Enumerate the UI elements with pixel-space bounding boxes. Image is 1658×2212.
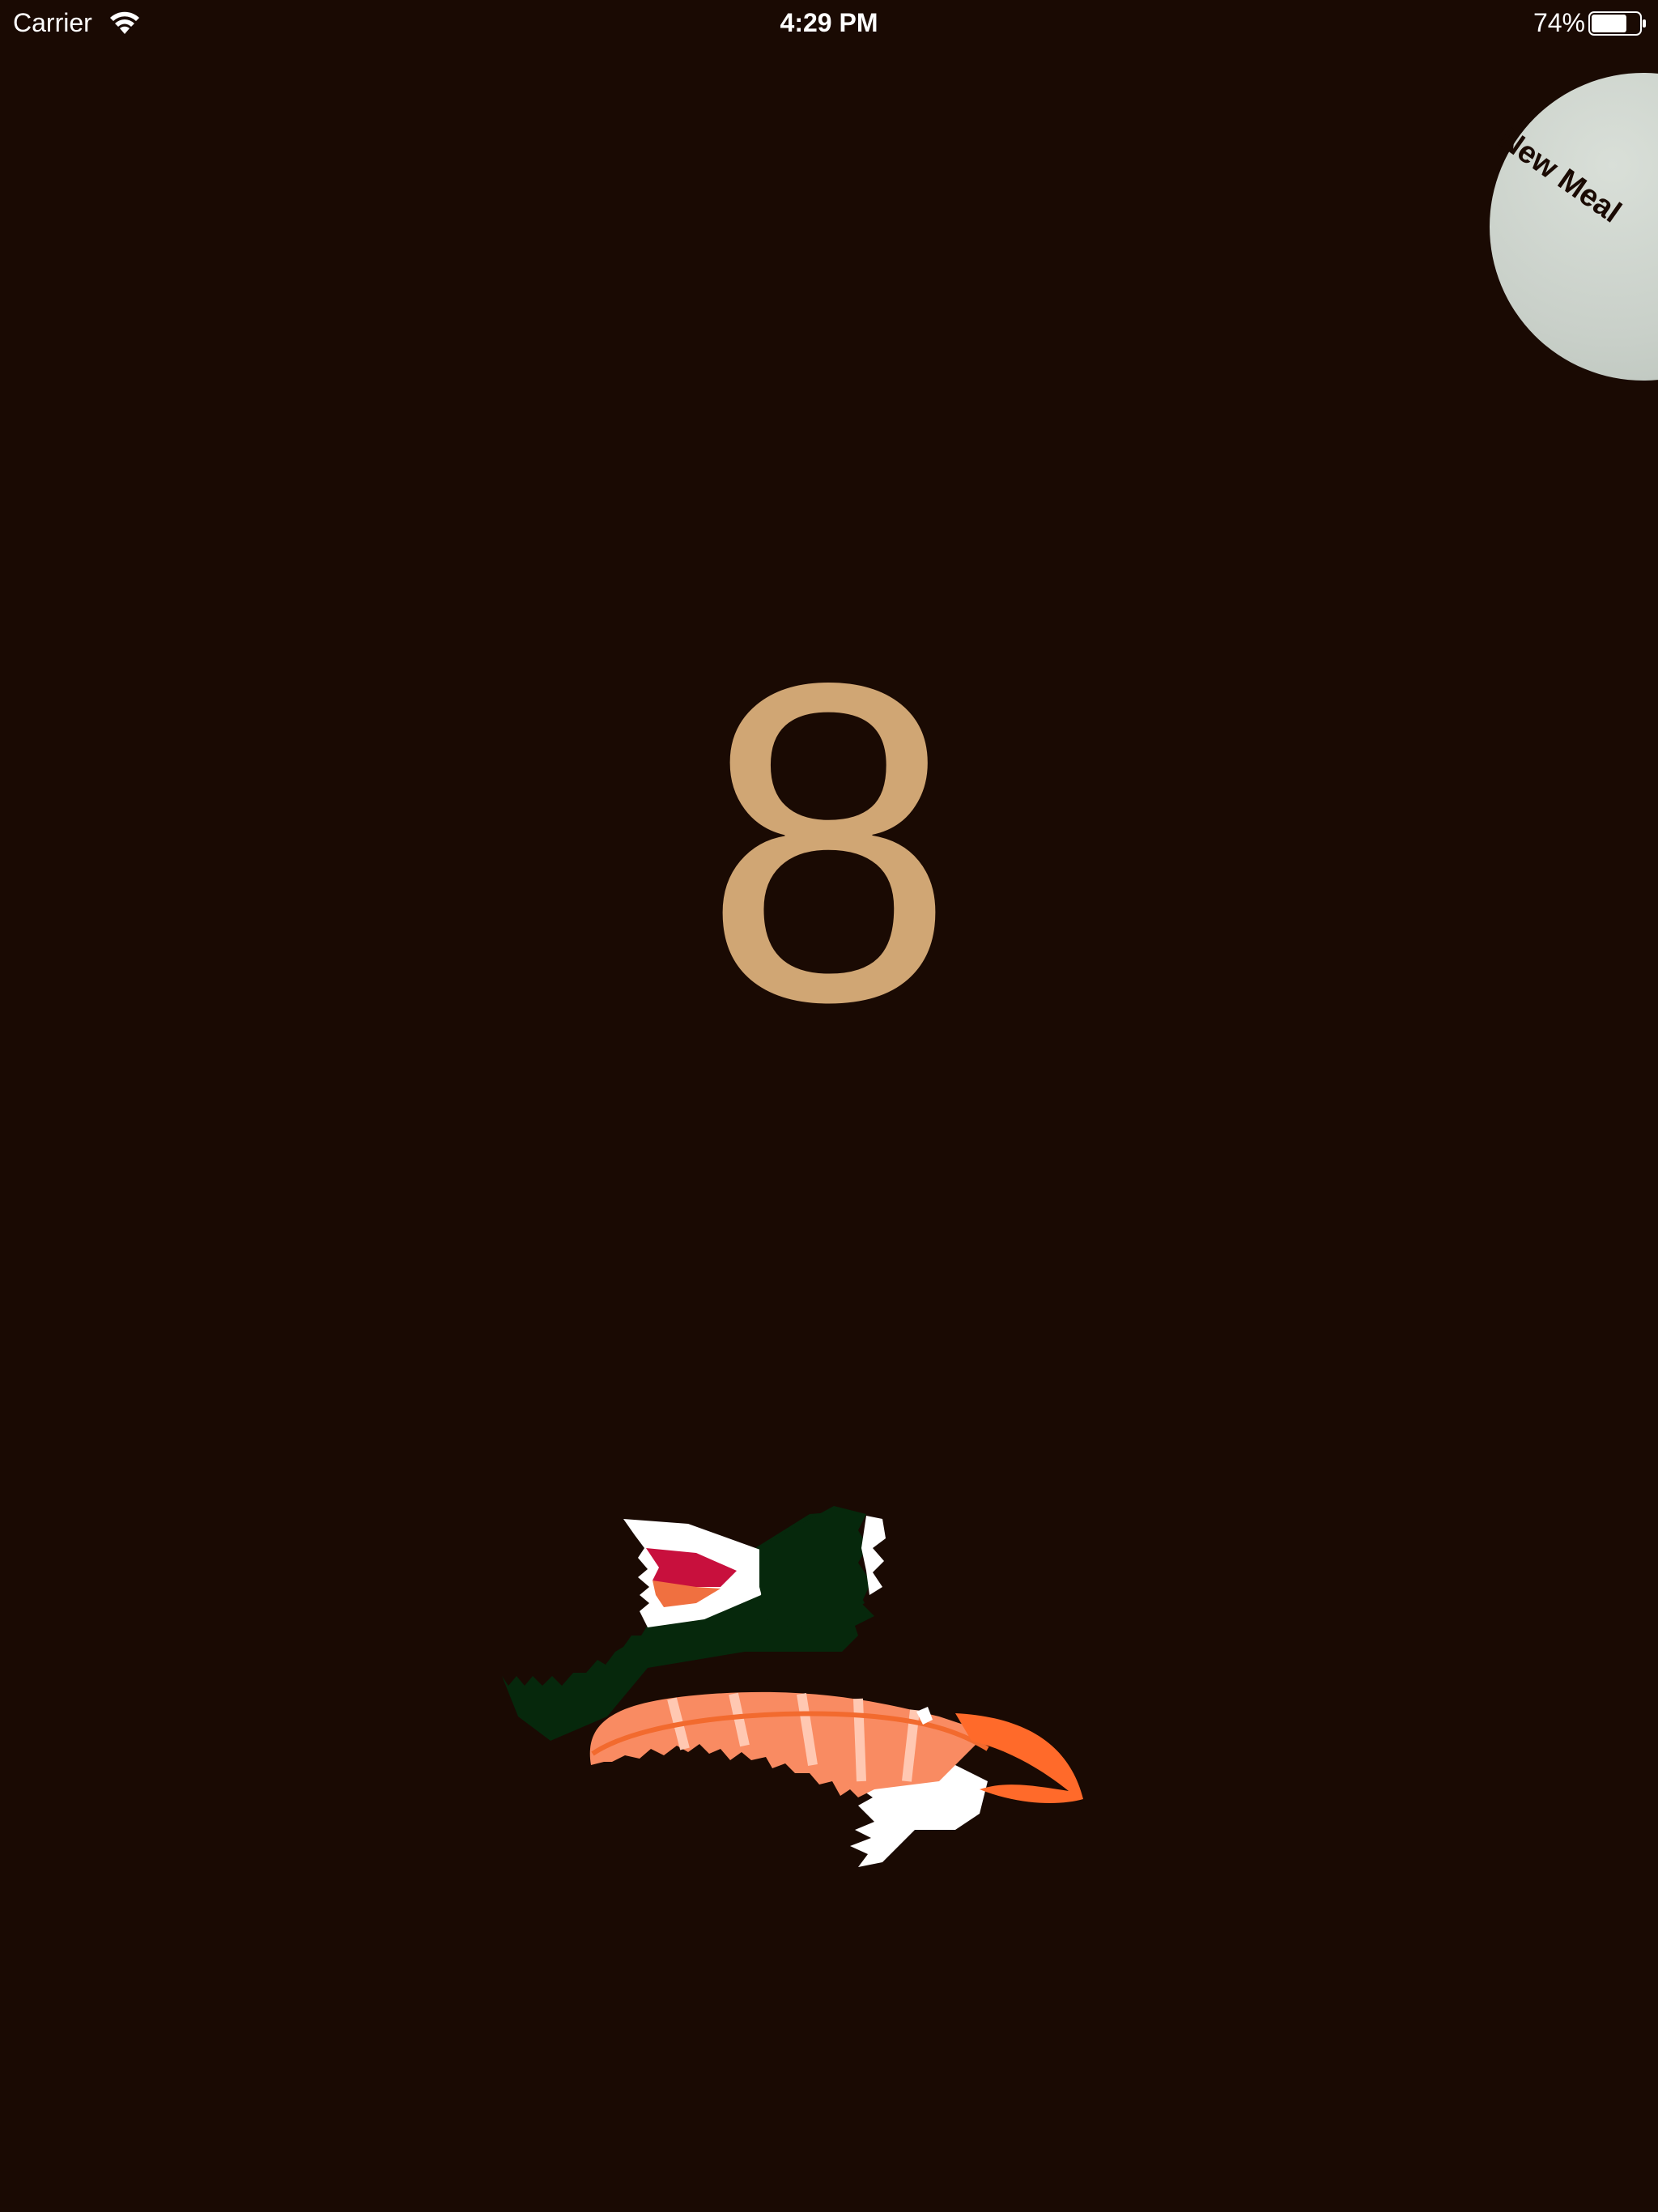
battery-icon [1588,11,1646,36]
nori-wrap [759,1506,874,1632]
battery-percent: 74% [1533,8,1585,37]
shrimp-stripe [853,1698,866,1782]
sushi-illustration[interactable] [502,1474,1166,1878]
status-bar: Carrier 4:29 PM 74% [0,0,1658,45]
app-screen: Carrier 4:29 PM 74% New Meal 8 [0,0,1658,2212]
status-time: 4:29 PM [780,8,878,37]
pieces-counter: 8 [703,589,955,1095]
